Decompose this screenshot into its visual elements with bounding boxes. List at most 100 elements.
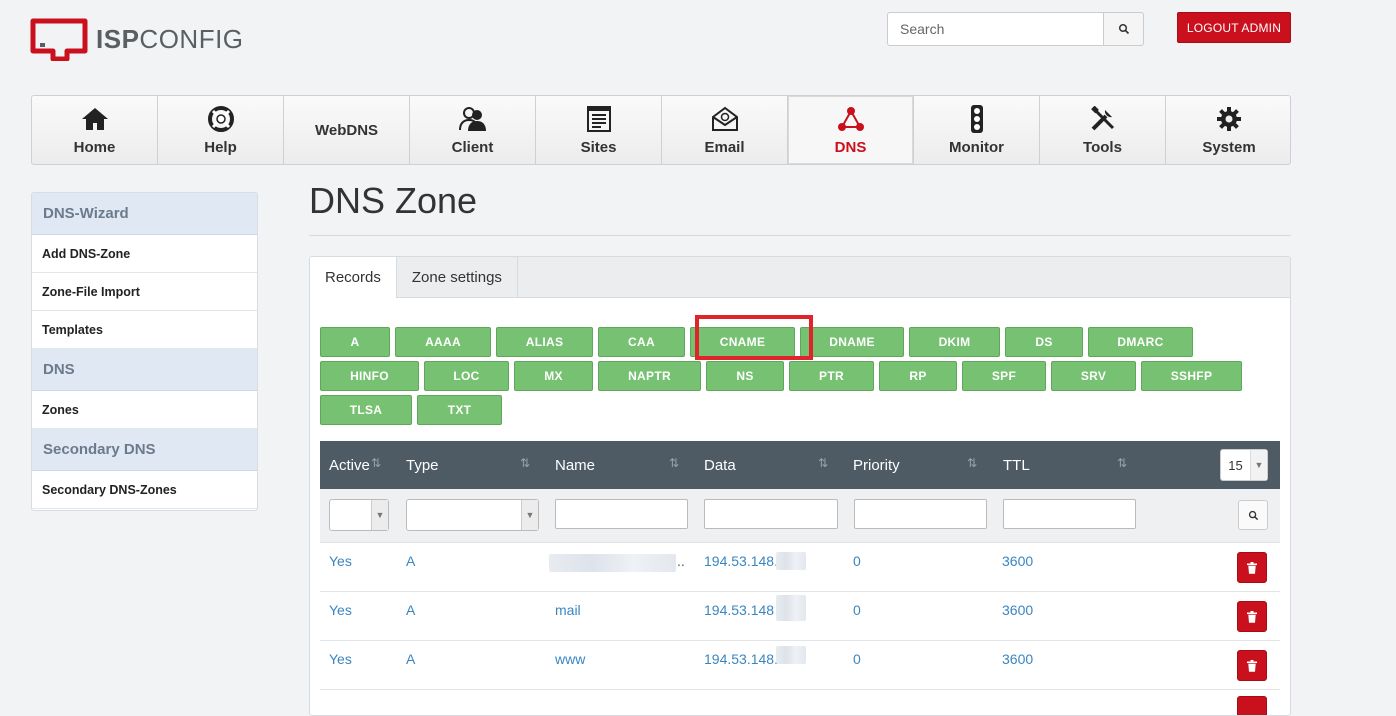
column-header-type[interactable]: Type (406, 441, 439, 489)
cell-ttl[interactable]: 3600 (1002, 553, 1033, 569)
filter-name-input[interactable] (555, 499, 688, 529)
home-icon (81, 108, 108, 130)
record-type-button-a[interactable]: A (320, 327, 390, 357)
nav-item-sites[interactable]: Sites (536, 96, 662, 164)
page-size-select[interactable]: 15 ▼ (1220, 449, 1268, 481)
sidebar-item-templates[interactable]: Templates (32, 311, 257, 349)
record-type-button-caa[interactable]: CAA (598, 327, 685, 357)
table-header: Active ⇅ Type ⇅ Name ⇅ Data ⇅ Priority ⇅… (320, 441, 1280, 489)
delete-button[interactable] (1237, 650, 1267, 681)
nav-item-system[interactable]: System (1166, 96, 1292, 164)
record-type-button-ptr[interactable]: PTR (789, 361, 874, 391)
nav-item-webdns[interactable]: WebDNS (284, 96, 410, 164)
nav-item-help[interactable]: Help (158, 96, 284, 164)
nav-label: Monitor (949, 139, 1004, 156)
tab-records[interactable]: Records (310, 257, 397, 298)
record-type-button-aaaa[interactable]: AAAA (395, 327, 491, 357)
cell-active[interactable]: Yes (329, 651, 352, 667)
sidebar-item-secondary-dns-zones[interactable]: Secondary DNS-Zones (32, 471, 257, 509)
delete-button[interactable] (1237, 696, 1267, 715)
cell-data[interactable]: 194.53.148. (704, 553, 778, 569)
nav-item-dns[interactable]: DNS (788, 96, 914, 164)
cell-type[interactable]: A (406, 602, 415, 618)
cell-type[interactable]: A (406, 651, 415, 667)
record-type-button-ds[interactable]: DS (1005, 327, 1083, 357)
record-type-button-spf[interactable]: SPF (962, 361, 1046, 391)
sort-icon[interactable]: ⇅ (818, 456, 828, 470)
record-type-button-naptr[interactable]: NAPTR (598, 361, 701, 391)
cell-name[interactable]: www (555, 651, 585, 667)
cell-data[interactable]: 194.53.148 (704, 602, 774, 618)
column-header-data[interactable]: Data (704, 441, 736, 489)
record-type-button-loc[interactable]: LOC (424, 361, 509, 391)
filter-active-select[interactable]: ▼ (329, 499, 389, 531)
filter-search-button[interactable] (1238, 500, 1268, 530)
filter-ttl-input[interactable] (1003, 499, 1136, 529)
sidebar-item-zones[interactable]: Zones (32, 391, 257, 429)
record-type-button-ns[interactable]: NS (706, 361, 784, 391)
column-header-priority[interactable]: Priority (853, 441, 900, 489)
column-header-active[interactable]: Active (329, 441, 370, 489)
sort-icon[interactable]: ⇅ (967, 456, 977, 470)
column-header-ttl[interactable]: TTL (1003, 441, 1030, 489)
record-type-button-cname[interactable]: CNAME (690, 327, 795, 357)
chevron-down-icon: ▼ (371, 500, 388, 530)
sidebar-item-zone-file-import[interactable]: Zone-File Import (32, 273, 257, 311)
sort-icon[interactable]: ⇅ (669, 456, 679, 470)
sidebar-section-secondary-dns: Secondary DNS (32, 429, 257, 471)
cell-name[interactable]: mail (555, 602, 581, 618)
nav-item-monitor[interactable]: Monitor (914, 96, 1040, 164)
record-type-button-tlsa[interactable]: TLSA (320, 395, 412, 425)
cell-active[interactable]: Yes (329, 553, 352, 569)
cell-active[interactable]: Yes (329, 602, 352, 618)
record-type-button-dmarc[interactable]: DMARC (1088, 327, 1193, 357)
cell-type[interactable]: A (406, 553, 415, 569)
cell-ttl[interactable]: 3600 (1002, 651, 1033, 667)
records-panel: Records Zone settings A AAAA ALIAS CAA C… (309, 256, 1291, 716)
column-header-name[interactable]: Name (555, 441, 595, 489)
sort-icon[interactable]: ⇅ (1117, 456, 1127, 470)
sites-icon (586, 106, 611, 132)
sidebar-section-dns-wizard: DNS-Wizard (32, 193, 257, 235)
cell-name[interactable]: .. (677, 553, 685, 569)
nav-label: Help (204, 139, 237, 156)
redacted-data (776, 552, 806, 570)
nav-item-home[interactable]: Home (32, 96, 158, 164)
tab-zone-settings[interactable]: Zone settings (397, 257, 518, 297)
nav-label: Home (73, 139, 116, 156)
filter-priority-input[interactable] (854, 499, 987, 529)
record-type-button-sshfp[interactable]: SSHFP (1141, 361, 1242, 391)
logout-button[interactable]: LOGOUT ADMIN (1177, 12, 1291, 43)
record-type-button-dkim[interactable]: DKIM (909, 327, 1000, 357)
nav-label: Email (704, 139, 745, 156)
nav-item-tools[interactable]: Tools (1040, 96, 1166, 164)
cell-priority[interactable]: 0 (853, 651, 861, 667)
record-type-button-rp[interactable]: RP (879, 361, 957, 391)
nav-item-email[interactable]: Email (662, 96, 788, 164)
filter-type-select[interactable]: ▼ (406, 499, 539, 531)
cell-priority[interactable]: 0 (853, 602, 861, 618)
record-type-button-srv[interactable]: SRV (1051, 361, 1136, 391)
sidebar-item-add-dns-zone[interactable]: Add DNS-Zone (32, 235, 257, 273)
record-type-button-mx[interactable]: MX (514, 361, 593, 391)
cell-ttl[interactable]: 3600 (1002, 602, 1033, 618)
sort-icon[interactable]: ⇅ (371, 456, 381, 470)
record-type-button-dname[interactable]: DNAME (800, 327, 904, 357)
nav-item-client[interactable]: Client (410, 96, 536, 164)
tab-bar: Records Zone settings (310, 257, 1290, 298)
logo[interactable]: ISPCONFIG (30, 16, 244, 62)
search-input[interactable] (887, 12, 1103, 46)
delete-button[interactable] (1237, 601, 1267, 632)
main-nav: Home Help WebDNS Client Sites Email DNS … (31, 95, 1291, 165)
filter-data-input[interactable] (704, 499, 838, 529)
cell-data[interactable]: 194.53.148. (704, 651, 778, 667)
sort-icon[interactable]: ⇅ (520, 456, 530, 470)
redacted-data (776, 646, 806, 664)
record-type-button-txt[interactable]: TXT (417, 395, 502, 425)
record-type-button-hinfo[interactable]: HINFO (320, 361, 419, 391)
record-type-button-alias[interactable]: ALIAS (496, 327, 593, 357)
delete-button[interactable] (1237, 552, 1267, 583)
search-button[interactable] (1103, 12, 1144, 46)
users-icon (458, 107, 486, 131)
cell-priority[interactable]: 0 (853, 553, 861, 569)
